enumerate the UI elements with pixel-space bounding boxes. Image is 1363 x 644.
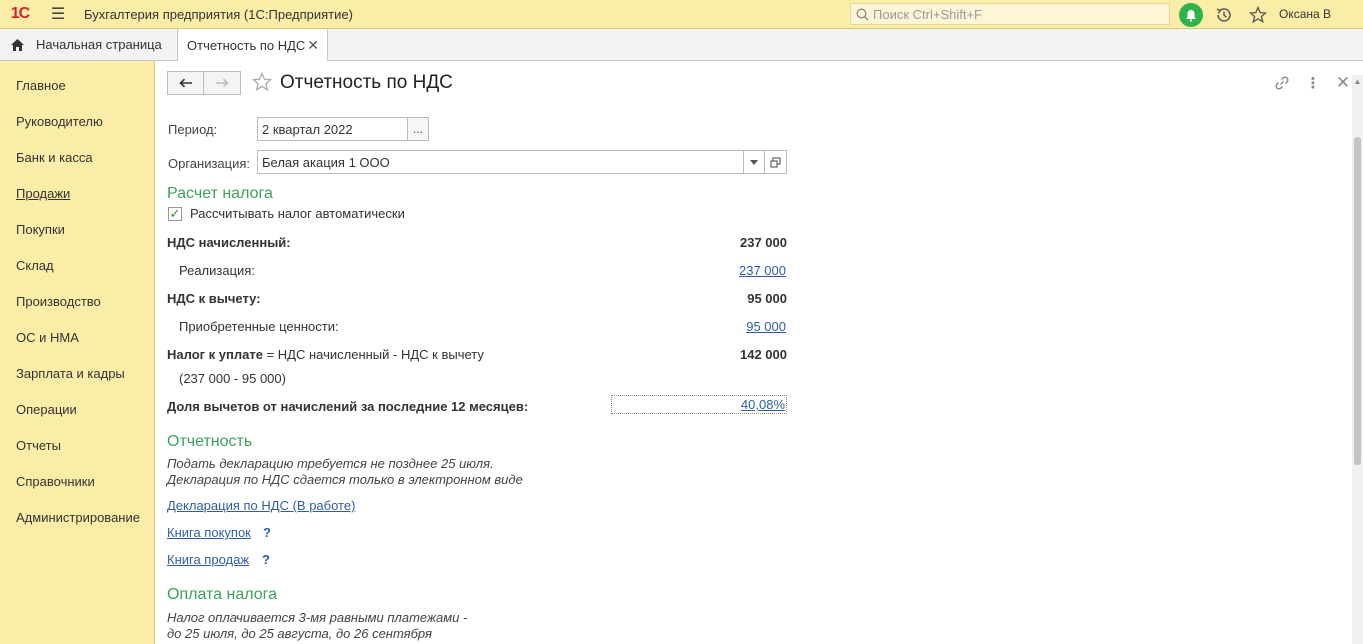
sidebar-item-warehouse[interactable]: Склад [0, 247, 154, 283]
history-icon[interactable] [1211, 2, 1237, 28]
user-name[interactable]: Оксана В [1279, 7, 1331, 21]
reporting-note-deadline: Подать декларацию требуется не позднее 2… [167, 456, 494, 471]
org-open-button[interactable] [764, 150, 787, 174]
vat-accrued-value: 237 000 [740, 235, 787, 250]
period-select-button[interactable]: ... [407, 117, 429, 141]
vat-accrued-label: НДС начисленный: [167, 235, 291, 250]
scrollbar-thumb[interactable] [1354, 137, 1361, 465]
tax-payable-value: 142 000 [740, 347, 787, 362]
sidebar-item-bank[interactable]: Банк и касса [0, 139, 154, 175]
app-logo[interactable]: 1С [0, 0, 40, 29]
close-tab-icon[interactable]: ✕ [307, 37, 319, 54]
sidebar-item-reports[interactable]: Отчеты [0, 427, 154, 463]
close-form-icon[interactable]: ✕ [1333, 73, 1353, 93]
tax-payable-calc: (237 000 - 95 000) [179, 371, 286, 386]
more-actions-icon[interactable]: ⋮ [1303, 73, 1323, 93]
sidebar-item-production[interactable]: Производство [0, 283, 154, 319]
scroll-up-icon[interactable]: ▲ [1352, 75, 1363, 87]
favorite-star-icon[interactable] [251, 71, 273, 93]
page-title: Отчетность по НДС [280, 72, 453, 93]
sidebar-item-main[interactable]: Главное [0, 67, 154, 103]
tax-payable-label: Налог к уплате = НДС начисленный - НДС к… [167, 347, 484, 362]
notifications-button[interactable] [1178, 2, 1204, 28]
sidebar: Главное Руководителю Банк и касса Продаж… [0, 61, 155, 644]
deduction-share-link[interactable]: 40,08% [611, 395, 787, 414]
favorites-icon[interactable] [1245, 2, 1271, 28]
tab-home[interactable]: Начальная страница [0, 29, 178, 60]
purchased-value-link[interactable]: 95 000 [626, 319, 786, 334]
org-field[interactable]: Белая акация 1 ООО [257, 150, 744, 174]
sidebar-item-admin[interactable]: Администрирование [0, 499, 154, 535]
declaration-link[interactable]: Декларация по НДС (В работе) [167, 498, 355, 513]
forward-button[interactable] [204, 71, 241, 95]
search-icon [855, 7, 869, 21]
sidebar-item-operations[interactable]: Операции [0, 391, 154, 427]
payment-section-title: Оплата налога [167, 586, 278, 603]
payment-note-dates: до 25 июля, до 25 августа, до 26 сентябр… [167, 626, 432, 641]
deduction-share-label: Доля вычетов от начислений за последние … [167, 399, 529, 414]
sidebar-item-manager[interactable]: Руководителю [0, 103, 154, 139]
tab-home-label: Начальная страница [36, 37, 162, 52]
sales-book-link[interactable]: Книга продаж [167, 552, 249, 567]
purchase-book-help-icon[interactable]: ? [263, 525, 271, 540]
sales-value-link[interactable]: 237 000 [626, 263, 786, 278]
sales-book-help-icon[interactable]: ? [262, 552, 270, 567]
main-form: Отчетность по НДС ⋮ ✕ Период: 2 квартал … [155, 61, 1363, 644]
sidebar-item-sales[interactable]: Продажи [0, 175, 154, 211]
auto-calc-label: Рассчитывать налог автоматически [190, 206, 405, 221]
back-button[interactable] [167, 71, 204, 95]
tax-section-title: Расчет налога [167, 185, 273, 202]
sidebar-item-directories[interactable]: Справочники [0, 463, 154, 499]
bell-icon [1179, 3, 1203, 27]
vat-deduct-value: 95 000 [747, 291, 787, 306]
nav-buttons [167, 71, 241, 95]
app-title: Бухгалтерия предприятия (1С:Предприятие) [84, 6, 353, 22]
period-label: Период: [168, 122, 218, 137]
tab-bar: Начальная страница Отчетность по НДС ✕ [0, 29, 1363, 61]
auto-calc-row[interactable]: ✓ Рассчитывать налог автоматически [168, 206, 405, 221]
org-label: Организация: [168, 156, 251, 171]
org-dropdown-button[interactable] [743, 150, 765, 174]
purchased-label: Приобретенные ценности: [179, 319, 339, 334]
menu-icon[interactable]: ☰ [40, 0, 76, 29]
search-input[interactable]: Поиск Ctrl+Shift+F [850, 3, 1170, 25]
purchase-book-link[interactable]: Книга покупок [167, 525, 251, 540]
sidebar-item-payroll[interactable]: Зарплата и кадры [0, 355, 154, 391]
title-bar: 1С ☰ Бухгалтерия предприятия (1С:Предпри… [0, 0, 1363, 29]
link-icon[interactable] [1272, 73, 1292, 93]
tab-vat-reporting[interactable]: Отчетность по НДС ✕ [178, 29, 328, 61]
sidebar-item-purchases[interactable]: Покупки [0, 211, 154, 247]
payment-note-installments: Налог оплачивается 3-мя равными платежам… [167, 610, 468, 625]
sidebar-item-fixed-assets[interactable]: ОС и НМА [0, 319, 154, 355]
home-icon [10, 38, 26, 52]
auto-calc-checkbox[interactable]: ✓ [168, 206, 182, 221]
period-field[interactable]: 2 квартал 2022 [257, 117, 408, 141]
vertical-scrollbar[interactable]: ▲ [1352, 75, 1363, 644]
vat-deduct-label: НДС к вычету: [167, 291, 261, 306]
search-placeholder: Поиск Ctrl+Shift+F [873, 6, 982, 22]
sales-label: Реализация: [179, 263, 255, 278]
reporting-section-title: Отчетность [167, 433, 253, 450]
reporting-note-electronic: Декларация по НДС сдается только в элект… [167, 472, 523, 487]
tab-active-label: Отчетность по НДС [187, 37, 306, 53]
